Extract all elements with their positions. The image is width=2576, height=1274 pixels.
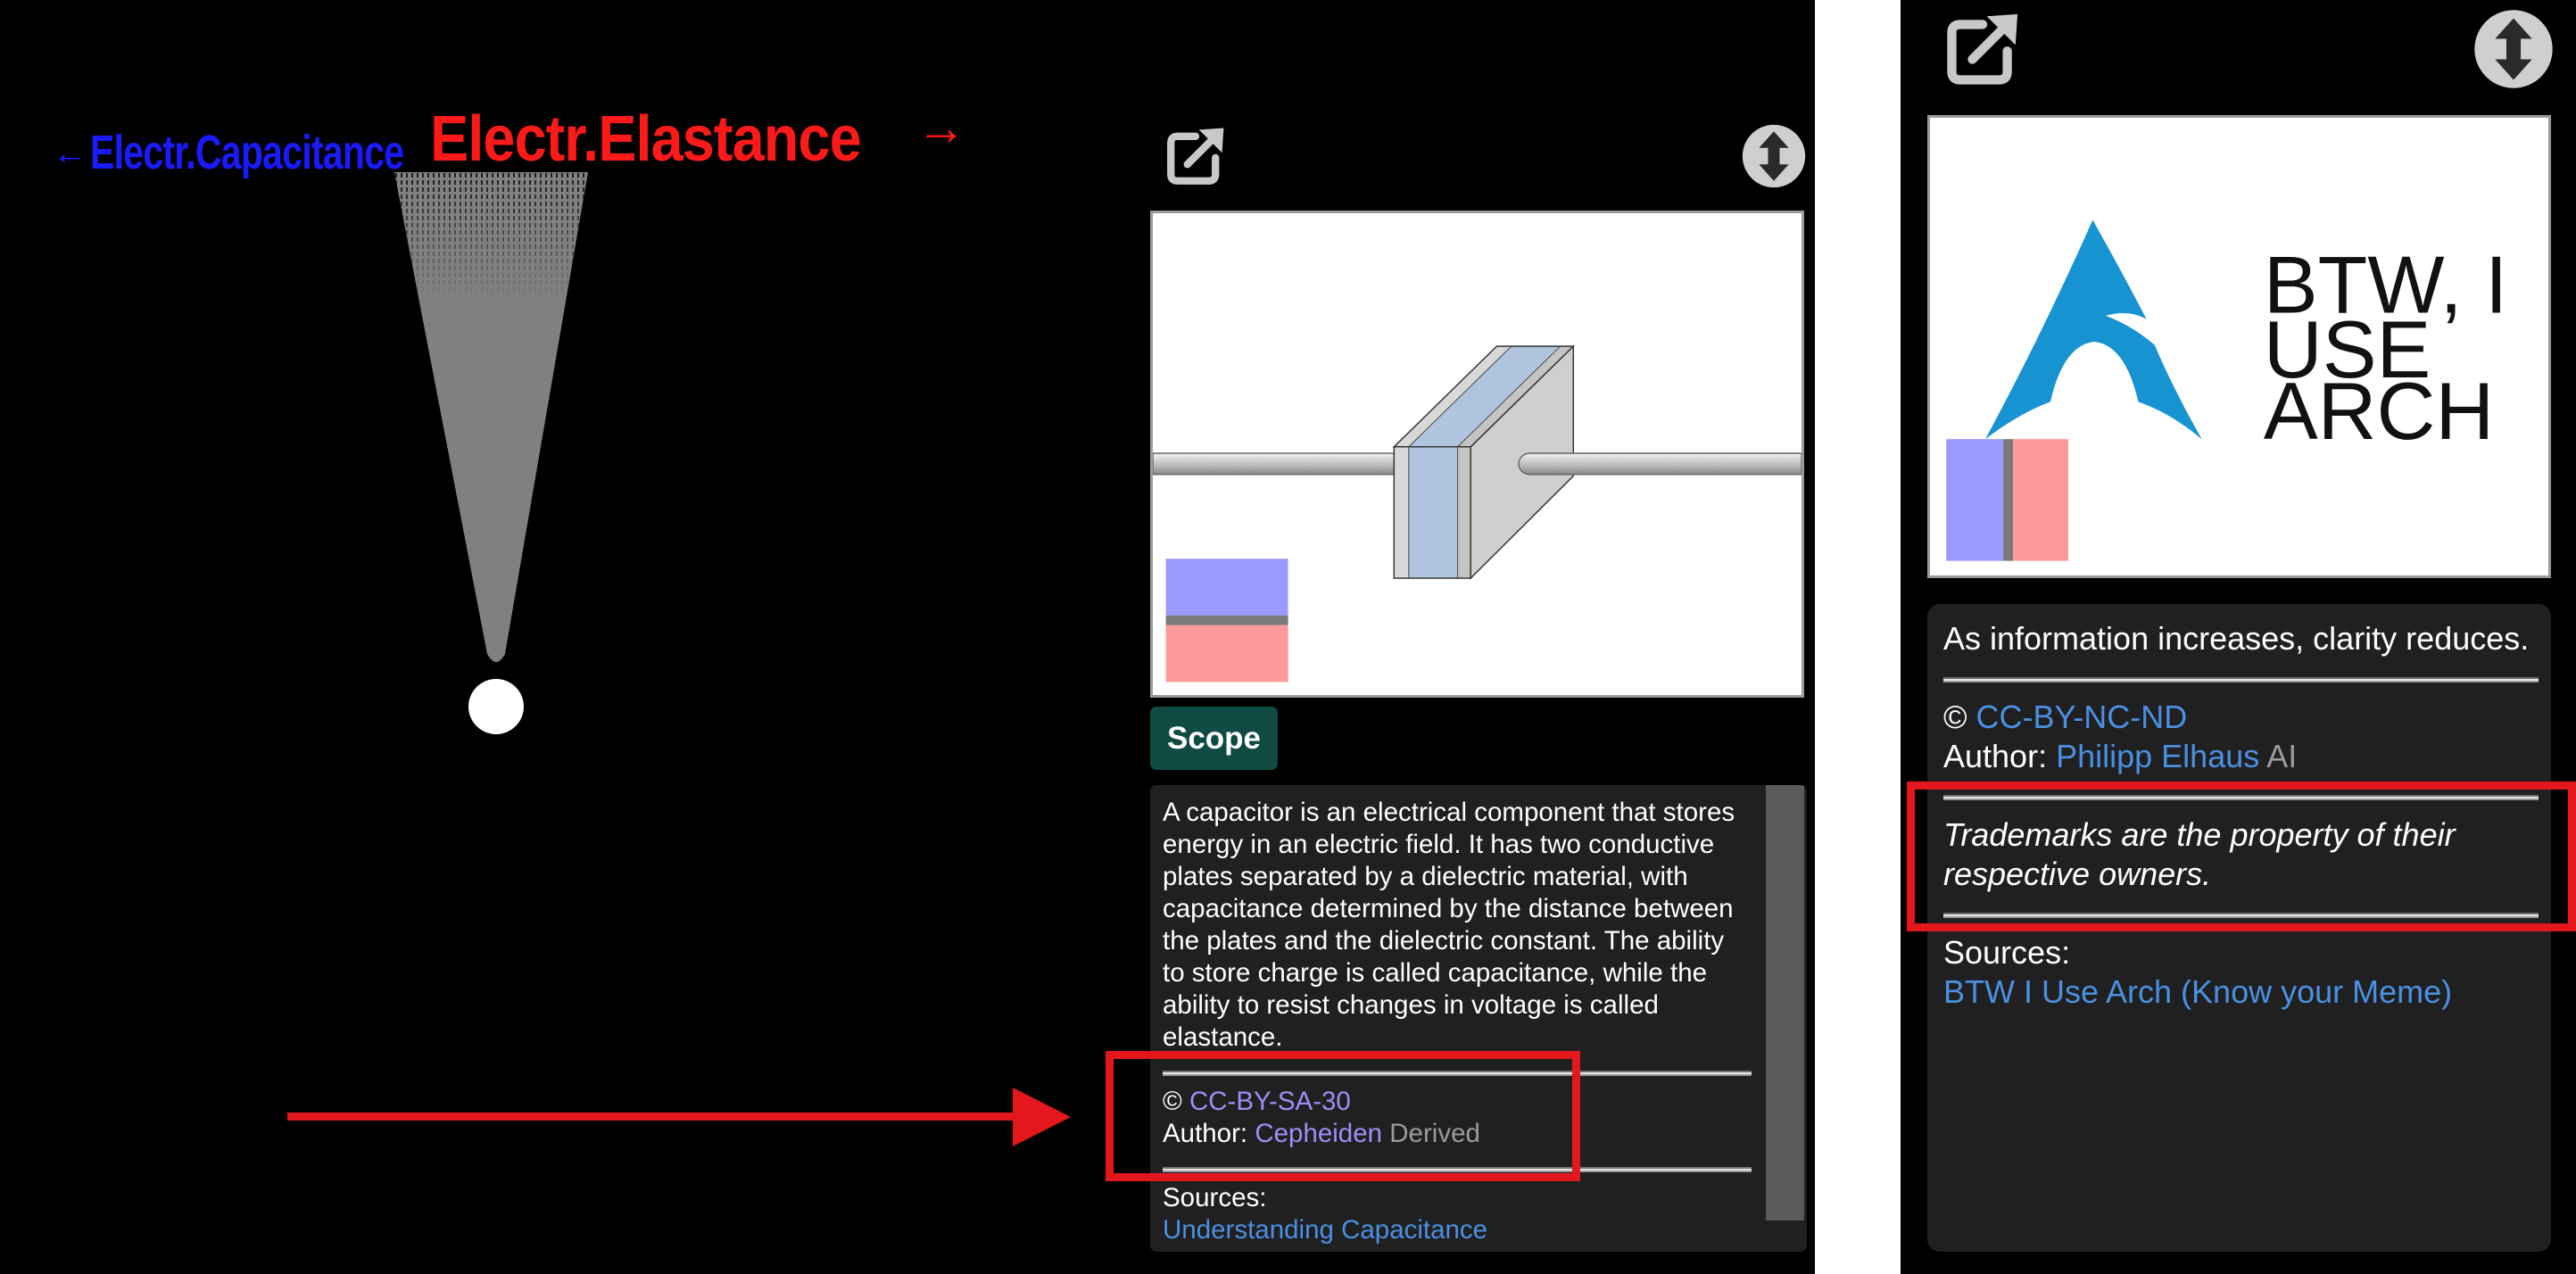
info-panel: As information increases, clarity reduce… bbox=[1927, 604, 2551, 1252]
annotation-arrow bbox=[287, 1088, 1071, 1146]
license-link[interactable]: CC-BY-SA-30 bbox=[1189, 1087, 1351, 1116]
current-topic-title: Electr.Elastance bbox=[430, 103, 862, 175]
sources-label: Sources: bbox=[1943, 934, 2071, 971]
external-link-icon[interactable] bbox=[1942, 8, 2024, 90]
left-panel: ← Electr.Capacitance Electr.Elastance → bbox=[0, 0, 1815, 1274]
divider bbox=[1163, 1167, 1752, 1172]
author-link[interactable]: Philipp Elhaus bbox=[2056, 738, 2259, 774]
right-wire bbox=[1518, 452, 1802, 476]
copyright-symbol: © bbox=[1943, 699, 1967, 735]
white-circle bbox=[468, 679, 524, 734]
right-panel: BTW, I USE ARCH As information increases… bbox=[1901, 0, 2576, 1274]
author-line: Author: Philipp Elhaus AI bbox=[1943, 737, 2539, 776]
left-wire bbox=[1153, 452, 1404, 476]
license-line: © CC-BY-SA-30 bbox=[1163, 1086, 1752, 1118]
color-swatch bbox=[1165, 558, 1288, 682]
capacitor-image bbox=[1150, 211, 1804, 698]
scrollbar[interactable] bbox=[1766, 785, 1804, 1220]
prev-topic-arrow[interactable]: ← bbox=[53, 136, 87, 170]
description-panel: A capacitor is an electrical component t… bbox=[1150, 785, 1807, 1252]
divider bbox=[1943, 913, 2539, 918]
up-down-arrows-icon[interactable] bbox=[1741, 123, 1807, 189]
panel-gap bbox=[1815, 0, 1901, 1274]
sources-label: Sources: bbox=[1163, 1183, 1267, 1212]
author-link[interactable]: Cepheiden bbox=[1255, 1119, 1382, 1148]
author-label: Author: bbox=[1943, 738, 2048, 774]
author-line: Author: Cepheiden Derived bbox=[1163, 1118, 1752, 1150]
description-text: A capacitor is an electrical component t… bbox=[1163, 798, 1735, 1052]
trademark-disclaimer: Trademarks are the property of their res… bbox=[1943, 816, 2456, 892]
source-link[interactable]: BTW I Use Arch (Know your Meme) bbox=[1943, 972, 2539, 1012]
author-label: Author: bbox=[1163, 1119, 1248, 1148]
meme-text-line: ARCH bbox=[2264, 367, 2494, 457]
color-swatch bbox=[1946, 439, 2069, 561]
divider bbox=[1943, 677, 2539, 682]
author-note: Derived bbox=[1389, 1119, 1480, 1148]
divider bbox=[1943, 795, 2539, 800]
author-note: AI bbox=[2266, 738, 2298, 774]
scope-button[interactable]: Scope bbox=[1150, 707, 1278, 770]
info-content: As information increases, clarity reduce… bbox=[1943, 619, 2539, 1012]
caption-text: As information increases, clarity reduce… bbox=[1943, 620, 2530, 657]
description-content: A capacitor is an electrical component t… bbox=[1163, 797, 1752, 1246]
source-link[interactable]: Understanding Capacitance bbox=[1163, 1214, 1752, 1246]
arch-linux-logo bbox=[1985, 219, 2202, 440]
license-link[interactable]: CC-BY-NC-ND bbox=[1976, 699, 2188, 735]
divider bbox=[1163, 1071, 1752, 1076]
arch-meme-image: BTW, I USE ARCH bbox=[1927, 115, 2551, 578]
gray-cone-graphic bbox=[394, 172, 588, 734]
external-link-icon[interactable] bbox=[1163, 123, 1229, 189]
copyright-symbol: © bbox=[1163, 1087, 1182, 1116]
license-line: © CC-BY-NC-ND bbox=[1943, 698, 2539, 737]
prev-topic-link[interactable]: Electr.Capacitance bbox=[90, 128, 404, 177]
next-topic-arrow[interactable]: → bbox=[916, 103, 966, 153]
up-down-arrows-icon[interactable] bbox=[2472, 8, 2555, 90]
